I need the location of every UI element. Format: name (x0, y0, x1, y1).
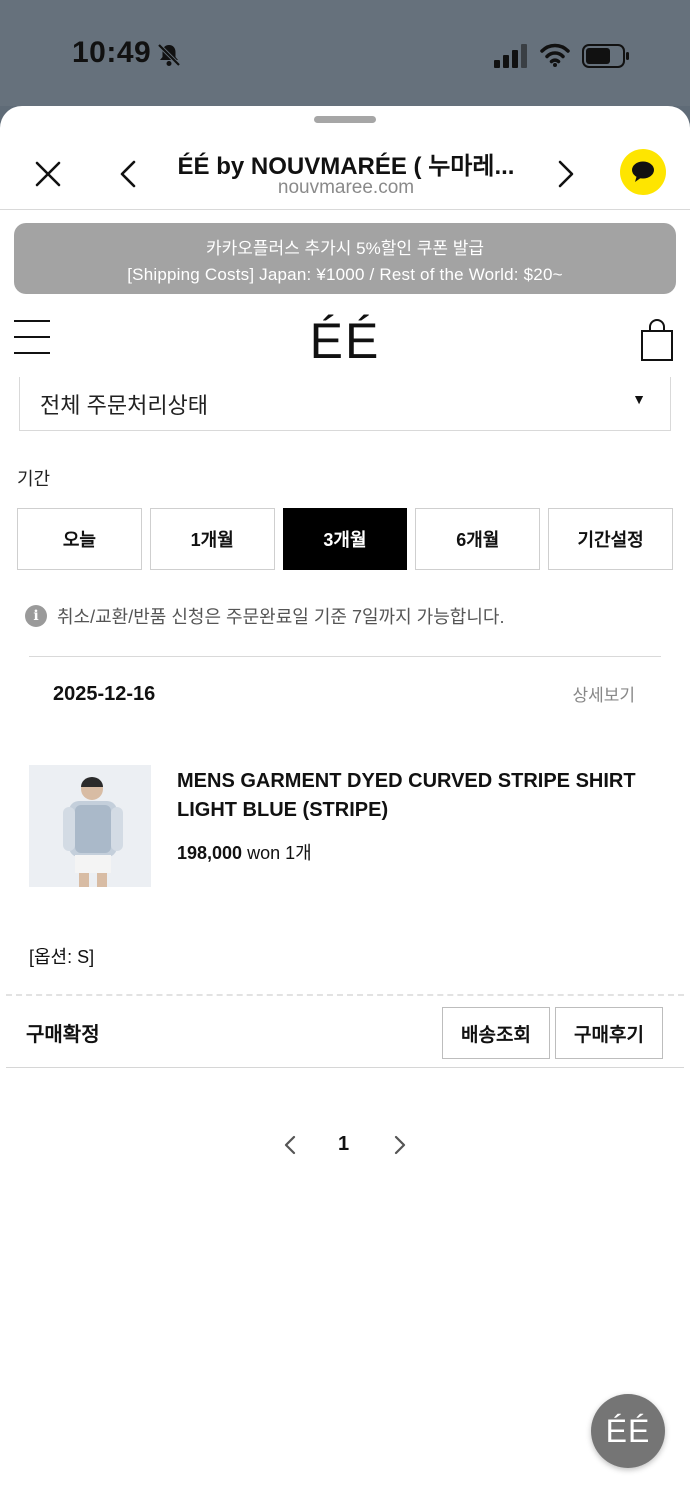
chevron-right-icon (558, 160, 574, 188)
battery-icon (582, 44, 629, 68)
product-quantity: 1개 (285, 843, 312, 863)
kakao-chat-button[interactable] (620, 149, 666, 195)
order-status-select[interactable]: 전체 주문처리상태 ▼ (19, 377, 671, 431)
chevron-left-icon (120, 160, 136, 188)
product-image[interactable] (29, 765, 151, 887)
signal-icon (494, 44, 527, 68)
period-label: 기간 (17, 469, 51, 489)
brand-fab-button[interactable]: ÉÉ (591, 1394, 665, 1468)
brand-logo[interactable]: ÉÉ (270, 312, 420, 370)
product-option: [옵션: S] (29, 947, 95, 967)
period-tab-custom[interactable]: 기간설정 (548, 508, 673, 570)
promo-coupon-text: 카카오플러스 추가시 5%할인 쿠폰 발급 (205, 239, 485, 258)
order-detail-link[interactable]: 상세보기 (572, 681, 635, 706)
price-amount: 198,000 (177, 843, 243, 863)
caret-down-icon: ▼ (632, 391, 646, 407)
forward-button[interactable] (544, 152, 588, 196)
product-price: 198,000 won 1개 (177, 839, 312, 865)
promo-shipping-text: [Shipping Costs] Japan: ¥1000 / Rest of … (127, 265, 563, 284)
product-name[interactable]: MENS GARMENT DYED CURVED STRIPE SHIRT LI… (177, 767, 647, 825)
period-tab-3-months[interactable]: 3개월 (282, 508, 408, 570)
close-icon (35, 161, 61, 187)
status-time: 10:49 (72, 36, 152, 69)
order-date: 2025-12-16 (53, 683, 156, 705)
pagination: 1 (280, 1131, 410, 1161)
write-review-button[interactable]: 구매후기 (555, 1007, 663, 1059)
period-tab-6-months[interactable]: 6개월 (415, 508, 541, 570)
info-icon: i (25, 605, 47, 627)
browser-sheet: ÉÉ by NOUVMARÉE ( 누마레... nouvmaree.com 카… (0, 106, 690, 1500)
chevron-right-icon[interactable] (390, 1133, 410, 1157)
chevron-left-icon[interactable] (280, 1133, 300, 1157)
browser-header: ÉÉ by NOUVMARÉE ( 누마레... nouvmaree.com (0, 126, 690, 210)
page-number[interactable]: 1 (338, 1133, 349, 1156)
price-currency: won (247, 843, 281, 863)
back-button[interactable] (106, 152, 150, 196)
bell-slash-icon (157, 43, 181, 67)
hamburger-menu-icon[interactable] (14, 320, 52, 358)
period-tabs: 오늘 1개월 3개월 6개월 기간설정 (17, 508, 673, 570)
sheet-grabber[interactable] (314, 116, 376, 123)
page-url: nouvmaree.com (277, 177, 415, 198)
kakao-chat-icon (632, 161, 654, 182)
wifi-icon (540, 43, 570, 67)
track-delivery-button[interactable]: 배송조회 (442, 1007, 550, 1059)
notice-text: 취소/교환/반품 신청은 주문완료일 기준 7일까지 가능합니다. (57, 607, 505, 627)
order-card: 2025-12-16 상세보기 MENS GARMENT DYED CURVED… (29, 656, 661, 967)
shopping-bag-icon[interactable] (640, 318, 674, 362)
order-status-label: 구매확정 (26, 1024, 100, 1046)
status-bar: 10:49 (0, 0, 690, 106)
order-status-value: 전체 주문처리상태 (40, 392, 209, 418)
page-title: ÉÉ by NOUVMARÉE ( 누마레... (177, 153, 515, 180)
period-tab-today[interactable]: 오늘 (17, 508, 142, 570)
close-button[interactable] (26, 152, 70, 196)
order-actions: 구매확정 배송조회 구매후기 (6, 994, 684, 1068)
return-policy-notice: i 취소/교환/반품 신청은 주문완료일 기준 7일까지 가능합니다. (25, 603, 504, 629)
promo-banner[interactable]: 카카오플러스 추가시 5%할인 쿠폰 발급 [Shipping Costs] J… (14, 223, 676, 294)
period-tab-1-month[interactable]: 1개월 (149, 508, 275, 570)
